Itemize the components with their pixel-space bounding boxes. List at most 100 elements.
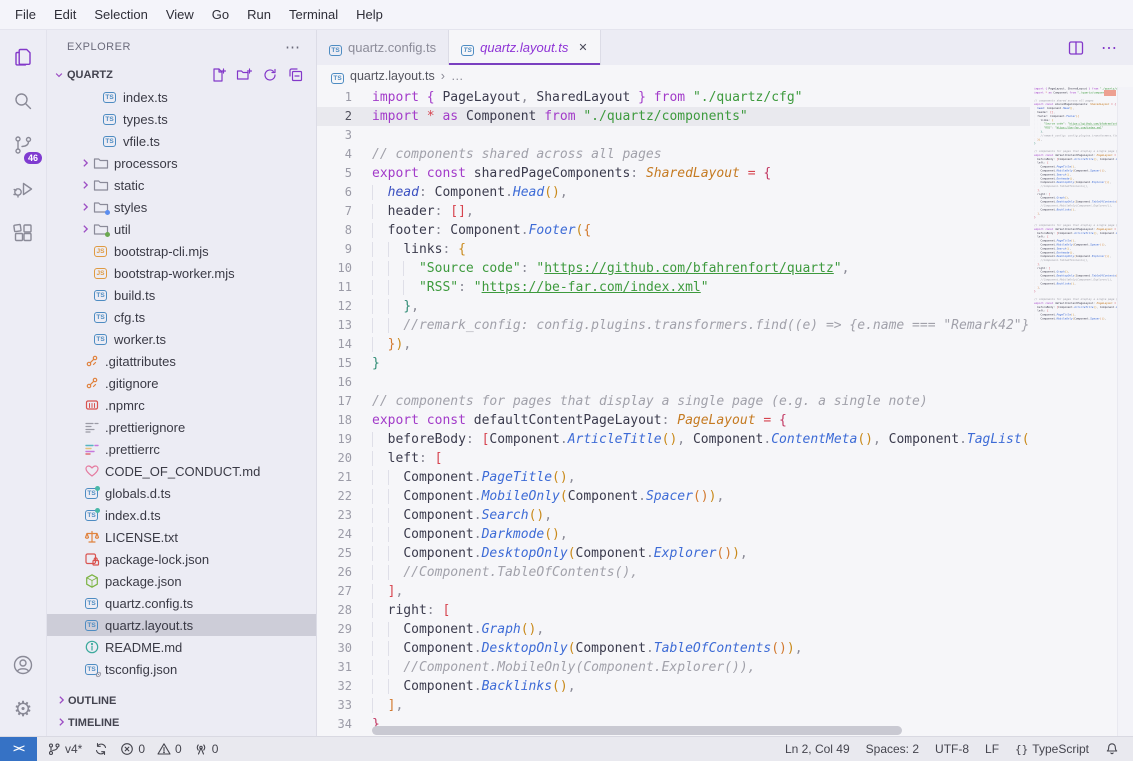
tree-item-quartz.layout.ts[interactable]: TSquartz.layout.ts: [47, 614, 316, 636]
ts-file-icon: TS: [101, 92, 118, 103]
status-spaces-2[interactable]: Spaces: 2: [866, 742, 919, 756]
status-bell[interactable]: [1105, 742, 1119, 756]
dts-file-icon: TS: [83, 488, 100, 499]
tree-item-bootstrap-cli.mjs[interactable]: JSbootstrap-cli.mjs: [47, 240, 316, 262]
tree-item-index.d.ts[interactable]: TSindex.d.ts: [47, 504, 316, 526]
breadcrumb-file[interactable]: quartz.layout.ts: [350, 69, 435, 83]
status-lf[interactable]: LF: [985, 742, 999, 756]
extensions-icon[interactable]: [6, 216, 40, 250]
menu-item-edit[interactable]: Edit: [45, 3, 85, 26]
menu-item-selection[interactable]: Selection: [85, 3, 156, 26]
ts-file-icon: TS: [92, 312, 109, 323]
menu-item-go[interactable]: Go: [203, 3, 238, 26]
section-outline[interactable]: OUTLINE: [47, 690, 316, 712]
folder-styles-file-icon: [92, 200, 109, 214]
status-broadcast[interactable]: 0: [194, 742, 219, 756]
ts-file-icon: TS: [329, 40, 342, 56]
tree-item-index.ts[interactable]: TSindex.ts: [47, 86, 316, 108]
tree-item-util[interactable]: util: [47, 218, 316, 240]
tree-item-cfg.ts[interactable]: TScfg.ts: [47, 306, 316, 328]
status-branch[interactable]: v4*: [47, 742, 82, 756]
source-control-icon[interactable]: 46: [6, 128, 40, 162]
line-number: 34: [317, 715, 352, 734]
tree-item-.prettierrc[interactable]: .prettierrc: [47, 438, 316, 460]
code-line-15: 15}: [317, 354, 1030, 373]
menu-item-run[interactable]: Run: [238, 3, 280, 26]
tree-item-label: tsconfig.json: [105, 662, 177, 677]
tree-item-types.ts[interactable]: TStypes.ts: [47, 108, 316, 130]
tab-quartz.config.ts[interactable]: TS quartz.config.ts: [317, 30, 449, 65]
tab-quartz.layout.ts[interactable]: TSquartz.layout.ts✕: [449, 30, 600, 65]
new-file-icon[interactable]: [210, 67, 226, 83]
close-icon[interactable]: ✕: [578, 41, 587, 54]
tree-item-vfile.ts[interactable]: TSvfile.ts: [47, 130, 316, 152]
more-actions-icon[interactable]: ⋯: [285, 38, 300, 56]
run-debug-icon[interactable]: [6, 172, 40, 206]
tree-item-label: .prettierignore: [105, 420, 185, 435]
scm-badge: 46: [24, 152, 42, 164]
code-editor[interactable]: 1import { PageLayout, SharedLayout } fro…: [317, 87, 1133, 736]
tree-item-bootstrap-worker.mjs[interactable]: JSbootstrap-worker.mjs: [47, 262, 316, 284]
status-ln-2-col-49[interactable]: Ln 2, Col 49: [785, 742, 850, 756]
workspace-name: QUARTZ: [67, 69, 113, 81]
section-timeline[interactable]: TIMELINE: [47, 712, 316, 734]
tree-item-build.ts[interactable]: TSbuild.ts: [47, 284, 316, 306]
new-folder-icon[interactable]: [236, 67, 252, 83]
code-lines[interactable]: 1import { PageLayout, SharedLayout } fro…: [317, 88, 1030, 734]
breadcrumb-more[interactable]: …: [451, 69, 464, 83]
tree-item-static[interactable]: static: [47, 174, 316, 196]
broadcast-icon: [194, 742, 208, 756]
tree-item-globals.d.ts[interactable]: TSglobals.d.ts: [47, 482, 316, 504]
tree-item-label: package-lock.json: [105, 552, 209, 567]
tree-item-.gitignore[interactable]: .gitignore: [47, 372, 316, 394]
status-label: Spaces: 2: [866, 742, 919, 756]
tree-item-processors[interactable]: processors: [47, 152, 316, 174]
menu-item-view[interactable]: View: [157, 3, 203, 26]
tree-item-.prettierignore[interactable]: .prettierignore: [47, 416, 316, 438]
menu-item-help[interactable]: Help: [347, 3, 392, 26]
status-braces[interactable]: {}TypeScript: [1015, 742, 1089, 756]
tree-item-code-of-conduct.md[interactable]: CODE_OF_CONDUCT.md: [47, 460, 316, 482]
horizontal-scrollbar[interactable]: [372, 726, 902, 735]
tree-item-worker.ts[interactable]: TSworker.ts: [47, 328, 316, 350]
line-number: 32: [317, 677, 352, 696]
explorer-icon[interactable]: [6, 40, 40, 74]
status-utf-8[interactable]: UTF-8: [935, 742, 969, 756]
tree-item-tsconfig.json[interactable]: TS⚙tsconfig.json: [47, 658, 316, 680]
tree-item-readme.md[interactable]: README.md: [47, 636, 316, 658]
status-label: 0: [175, 742, 182, 756]
ts-file-icon: TS: [83, 620, 100, 631]
menu-item-file[interactable]: File: [6, 3, 45, 26]
split-editor-icon[interactable]: [1067, 39, 1085, 57]
code-line-16: 16: [317, 373, 1030, 392]
tree-item-package.json[interactable]: package.json: [47, 570, 316, 592]
tree-item-.gitattributes[interactable]: .gitattributes: [47, 350, 316, 372]
prettier-gray-file-icon: [83, 420, 100, 434]
ts-file-icon: TS: [92, 334, 109, 345]
search-icon[interactable]: [6, 84, 40, 118]
tree-item-quartz.config.ts[interactable]: TSquartz.config.ts: [47, 592, 316, 614]
tab-label: quartz.config.ts: [348, 40, 436, 55]
refresh-icon[interactable]: [262, 67, 278, 83]
code-line-13: 13 //remark_config: config.plugins.trans…: [317, 316, 1030, 335]
minimap[interactable]: import { PageLayout, SharedLayout } from…: [1030, 87, 1117, 736]
tree-item-label: CODE_OF_CONDUCT.md: [105, 464, 260, 479]
tree-item-styles[interactable]: styles: [47, 196, 316, 218]
sidebar-bottom-sections: OUTLINETIMELINE: [47, 690, 316, 736]
workspace-section-header[interactable]: QUARTZ: [47, 64, 316, 86]
tree-item-license.txt[interactable]: LICENSE.txt: [47, 526, 316, 548]
accounts-icon[interactable]: [6, 648, 40, 682]
tree-item-package-lock.json[interactable]: package-lock.json: [47, 548, 316, 570]
status-warning[interactable]: 0: [157, 742, 182, 756]
tree-item-.npmrc[interactable]: .npmrc: [47, 394, 316, 416]
more-actions-icon[interactable]: ⋯: [1101, 38, 1117, 58]
status-label: 0: [138, 742, 145, 756]
settings-icon[interactable]: ⚙: [6, 692, 40, 726]
remote-indicator[interactable]: ><: [0, 737, 37, 761]
collapse-all-icon[interactable]: [288, 67, 304, 83]
overview-ruler[interactable]: [1117, 87, 1133, 736]
menu-item-terminal[interactable]: Terminal: [280, 3, 347, 26]
line-number: 24: [317, 525, 352, 544]
status-error[interactable]: 0: [120, 742, 145, 756]
status-sync[interactable]: [94, 742, 108, 756]
